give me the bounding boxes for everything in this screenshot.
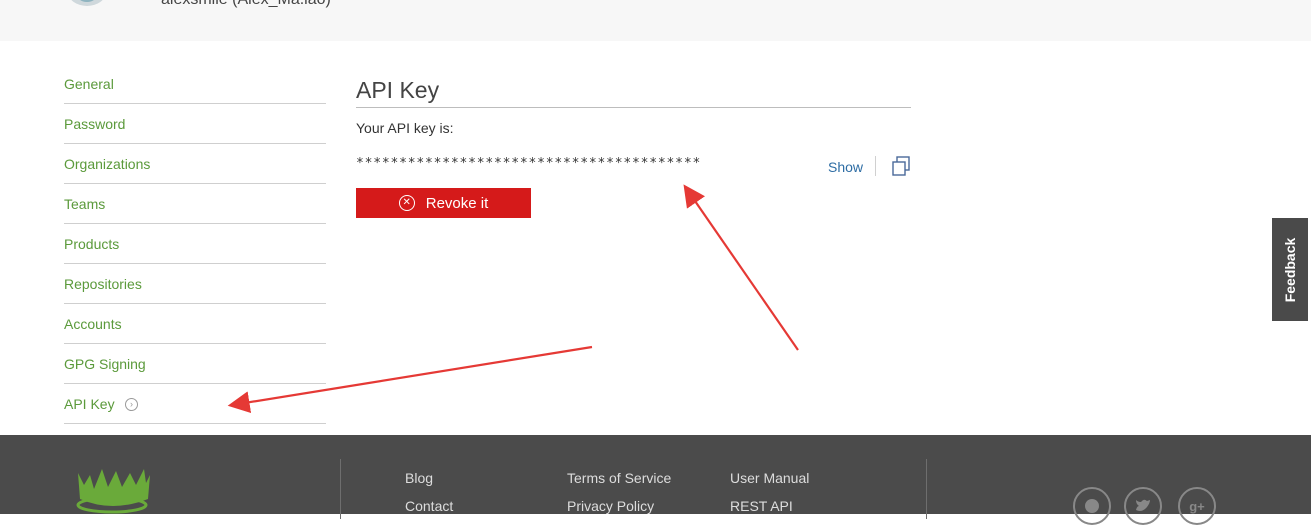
sidebar-item-organizations[interactable]: Organizations [64, 144, 326, 184]
chevron-right-icon: › [125, 398, 138, 411]
api-key-masked-value: **************************************** [356, 156, 702, 171]
sidebar-item-repositories[interactable]: Repositories [64, 264, 326, 304]
sidebar-item-label: Password [64, 116, 126, 132]
footer-link-user-manual[interactable]: User Manual [730, 470, 809, 486]
footer-link-privacy[interactable]: Privacy Policy [567, 498, 654, 514]
page-title: API Key [356, 72, 911, 108]
show-api-key-link[interactable]: Show [828, 159, 863, 175]
api-key-label: Your API key is: [356, 120, 454, 136]
copy-icon[interactable] [890, 155, 912, 177]
sidebar-item-label: Organizations [64, 156, 151, 172]
settings-sidebar: General Password Organizations Teams Pro… [64, 64, 326, 424]
sidebar-item-label: General [64, 76, 114, 92]
sidebar-item-label: GPG Signing [64, 356, 146, 372]
site-footer: Blog Contact Terms of Service Privacy Po… [0, 435, 1311, 525]
avatar [68, 0, 106, 6]
footer-link-rest-api[interactable]: REST API [730, 498, 793, 514]
profile-header: alexsmile (Alex_Ma.iao) [0, 0, 1311, 41]
feedback-label: Feedback [1282, 237, 1298, 302]
github-icon[interactable] [1073, 487, 1111, 525]
logo [76, 469, 150, 514]
divider [875, 156, 876, 176]
sidebar-item-products[interactable]: Products [64, 224, 326, 264]
google-plus-icon[interactable]: g+ [1178, 487, 1216, 525]
twitter-icon[interactable] [1124, 487, 1162, 525]
revoke-button[interactable]: ✕ Revoke it [356, 188, 531, 218]
sidebar-item-label: API Key [64, 396, 115, 412]
sidebar-item-api-key[interactable]: API Key › [64, 384, 326, 424]
sidebar-item-password[interactable]: Password [64, 104, 326, 144]
footer-divider [340, 459, 341, 519]
annotation-arrow [683, 184, 799, 351]
revoke-button-label: Revoke it [425, 194, 489, 212]
sidebar-item-label: Repositories [64, 276, 142, 292]
sidebar-item-label: Products [64, 236, 120, 252]
footer-divider [926, 459, 927, 519]
sidebar-item-label: Teams [64, 196, 106, 212]
footer-link-terms[interactable]: Terms of Service [567, 470, 671, 486]
feedback-tab[interactable]: Feedback [1272, 218, 1308, 321]
footer-link-blog[interactable]: Blog [405, 470, 433, 486]
api-key-panel: API Key Your API key is: ***************… [356, 72, 911, 218]
sidebar-item-gpg-signing[interactable]: GPG Signing [64, 344, 326, 384]
username: alexsmile (Alex_Ma.iao) [161, 0, 331, 9]
sidebar-item-label: Accounts [64, 316, 122, 332]
sidebar-item-accounts[interactable]: Accounts [64, 304, 326, 344]
close-circle-icon: ✕ [398, 195, 415, 211]
sidebar-item-general[interactable]: General [64, 64, 326, 104]
sidebar-item-teams[interactable]: Teams [64, 184, 326, 224]
footer-link-contact[interactable]: Contact [405, 498, 453, 514]
